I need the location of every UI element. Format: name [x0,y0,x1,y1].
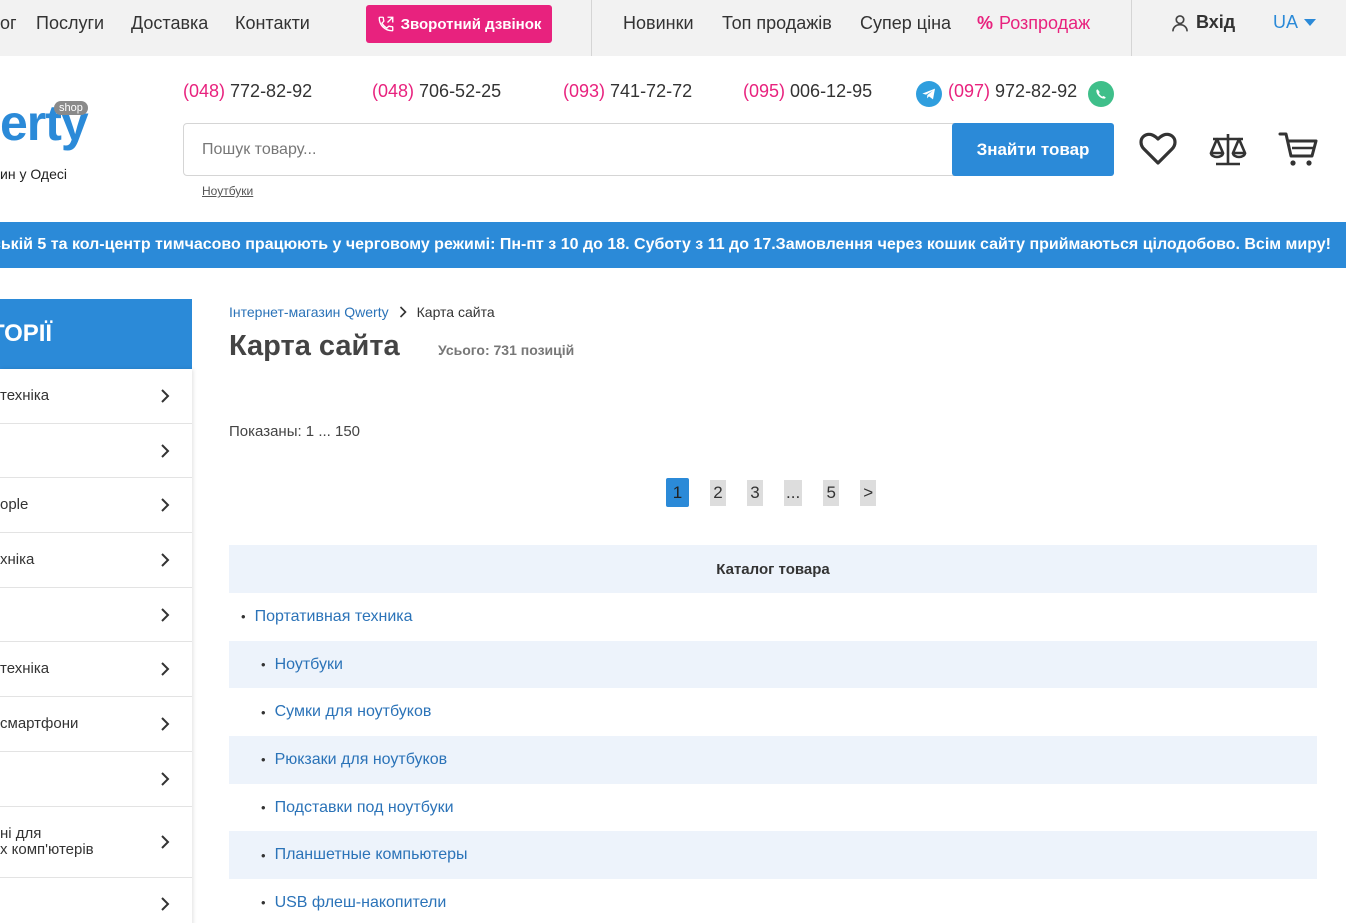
page-link-3[interactable]: 3 [747,479,763,506]
login-link[interactable]: Вхід [1170,12,1235,33]
sitemap-link[interactable]: Портативная техника [255,608,413,626]
chevron-right-icon [161,389,170,403]
nav-link-services[interactable]: Послуги [36,12,104,34]
category-item[interactable]: техніка [0,369,192,424]
nav-link-new[interactable]: Новинки [623,12,694,34]
list-item: • Ноутбуки [229,640,1317,689]
nav-link-delivery[interactable]: Доставка [131,12,208,34]
chevron-right-icon [161,662,170,676]
login-label: Вхід [1196,12,1236,32]
telegram-icon[interactable] [916,81,942,107]
language-select[interactable]: UA [1273,12,1317,33]
list-item: • USB флеш-накопители [261,893,447,912]
sitemap-link[interactable]: Подставки под ноутбуки [275,799,454,817]
callback-label: Зворотний дзвінок [400,15,542,33]
category-item[interactable]: смартфони [0,697,192,752]
categories-header: ТОРІЇ [0,299,192,369]
list-item: • Планшетные компьютеры [229,831,1317,880]
shown-range: Показаны: 1 ... 150 [229,423,361,440]
chevron-right-icon [161,897,170,912]
percent-icon: % [977,13,994,33]
nav-link-catalog[interactable]: ог [0,12,17,34]
breadcrumb-home-link[interactable]: Інтернет-магазин Qwerty [229,304,389,320]
caret-down-icon [1304,18,1317,26]
search-button[interactable]: Знайти товар [952,123,1114,176]
categories-title: ТОРІЇ [0,320,53,347]
chevron-right-icon [161,553,170,567]
chevron-right-icon [161,717,170,731]
list-item: • Рюкзаки для ноутбуков [229,736,1317,784]
breadcrumb-current: Карта сайта [416,304,495,320]
sitemap-link[interactable]: USB флеш-накопители [275,894,447,912]
sitemap-link[interactable]: Планшетные компьютеры [275,846,468,864]
callback-button[interactable]: Зворотний дзвінок [366,5,552,43]
phone-number[interactable]: (093) 741-72-72 [563,80,692,102]
logo-tagline: ин у Одесі [0,166,67,182]
category-item[interactable] [0,878,192,923]
category-item[interactable] [0,752,192,807]
chevron-right-icon [399,306,407,318]
sitemap-link[interactable]: Сумки для ноутбуков [275,703,432,721]
category-item[interactable]: хніка [0,533,192,588]
chevron-right-icon [161,498,170,512]
page-title: Карта сайта [229,330,400,362]
phone-number[interactable]: (048) 706-52-25 [372,80,501,102]
total-count: Усього: 731 позицій [438,342,575,358]
page-link-2[interactable]: 2 [710,479,726,506]
next-page-link[interactable]: > [860,479,877,506]
search-hint-link[interactable]: Ноутбуки [202,184,253,198]
phone-callback-icon [378,16,394,32]
category-item[interactable] [0,424,192,479]
nav-link-top-sales[interactable]: Топ продажів [722,12,832,34]
notice-banner: мійській 5 та кол-центр тимчасово працюю… [0,222,1346,268]
page-link-5[interactable]: 5 [823,479,840,506]
category-item[interactable]: ні для х комп'ютерів [0,807,192,878]
cart-button[interactable] [1276,127,1320,171]
scales-icon [1209,134,1247,166]
sitemap-link[interactable]: Ноутбуки [275,656,343,674]
language-label: UA [1273,12,1299,32]
category-item[interactable] [0,588,192,643]
top-bar: ог Послуги Доставка Контакти Зворотний д… [0,0,1346,56]
nav-link-contacts[interactable]: Контакти [235,12,310,34]
breadcrumb: Інтернет-магазин Qwerty Карта сайта [229,304,495,320]
divider [591,0,592,56]
list-item: • Подставки под ноутбуки [261,798,454,817]
page-link-1[interactable]: 1 [666,478,689,507]
search-input[interactable] [183,123,955,176]
chevron-right-icon [161,771,170,786]
chevron-right-icon [161,834,170,849]
phone-number[interactable]: (097) 972-82-92 [948,80,1077,102]
page-ellipsis[interactable]: ... [784,479,803,506]
sale-label: Розпродаж [999,13,1091,33]
phone-number[interactable]: (048) 772-82-92 [183,80,312,102]
category-sidebar: техніка ople хніка техніка смартфони ні … [0,369,192,923]
phone-number[interactable]: (095) 006-12-95 [743,80,872,102]
nav-link-super-price[interactable]: Супер ціна [860,12,951,34]
nav-link-sale[interactable]: % Розпродаж [977,12,1090,34]
heart-icon [1139,132,1177,165]
pagination: 1 2 3 ... 5 > [666,478,897,507]
sitemap-link[interactable]: Рюкзаки для ноутбуков [275,751,448,769]
notice-text: мійській 5 та кол-центр тимчасово працюю… [0,236,1331,253]
category-item[interactable]: техніка [0,642,192,698]
logo-badge: shop [54,101,88,115]
list-item: • Портативная техника [241,607,413,626]
compare-button[interactable] [1206,127,1250,171]
catalog-heading: Каталог товара [229,545,1317,593]
cart-icon [1278,132,1318,166]
list-item: • Сумки для ноутбуков [261,703,432,721]
divider [1131,0,1132,56]
wishlist-button[interactable] [1136,127,1180,171]
category-item[interactable]: ople [0,478,192,534]
sitemap-catalog: Каталог товара • Портативная техника • Ноу… [229,545,1317,923]
viber-icon[interactable] [1088,81,1114,107]
chevron-right-icon [161,443,170,458]
chevron-right-icon [161,607,170,622]
user-icon [1172,14,1188,31]
